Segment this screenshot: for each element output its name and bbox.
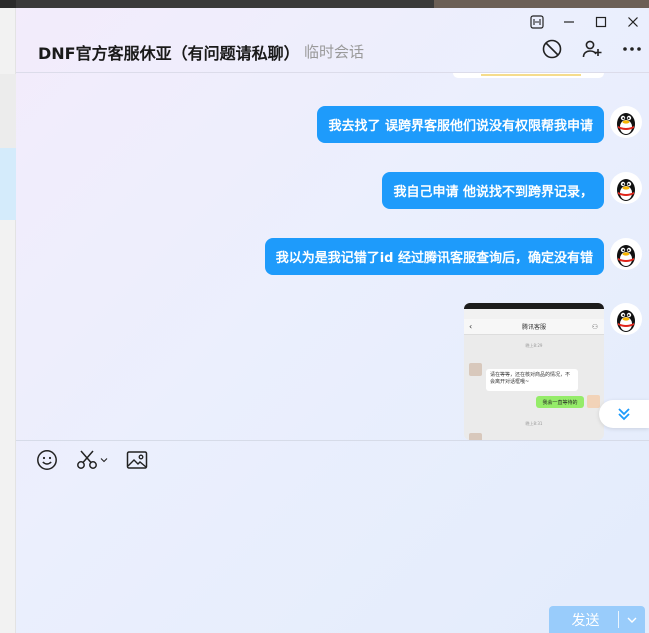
message-bubble[interactable]: 我以为是我记错了id 经过腾讯客服查询后，确定没有错 (264, 238, 604, 275)
input-divider (16, 440, 649, 441)
window-controls (521, 12, 649, 32)
background-window-strip (0, 0, 16, 633)
avatar[interactable] (610, 172, 642, 204)
qq-penguin-icon (617, 179, 635, 201)
chat-title: DNF官方客服休亚（有问题请私聊） (38, 44, 300, 63)
message-bubble[interactable]: 我自己申请 他说找不到跨界记录， (382, 172, 604, 209)
qq-penguin-icon (617, 113, 635, 135)
avatar[interactable] (610, 303, 642, 335)
send-options-button[interactable] (619, 616, 645, 624)
screenshot-user-icon: ⚇ (591, 322, 598, 331)
header-actions (541, 38, 643, 60)
background-list-item (0, 74, 16, 148)
chat-window: DNF官方客服休亚（有问题请私聊） 临时会话 我去找了 误跨界客服他们说没有权限… (16, 0, 649, 633)
chevron-down-icon (627, 617, 637, 623)
screenshot-sent-bubble: 我会一直等待的 (536, 396, 584, 408)
screenshot-tool[interactable] (76, 449, 108, 471)
message-text: 我去找了 误跨界客服他们说没有权限帮我申请 (328, 119, 593, 134)
scroll-to-bottom-button[interactable] (599, 400, 649, 428)
input-toolbar (36, 449, 148, 471)
send-button[interactable]: 发送 (549, 606, 645, 633)
screenshot-timestamp: 晚上8:29 (525, 343, 543, 348)
background-strip-top (0, 0, 16, 8)
previous-message-bubble (453, 73, 604, 78)
screenshot-received-bubble: 请在等等，还在核对商品的情况，不会离开对话框哦~ (486, 369, 578, 391)
qq-penguin-icon (617, 310, 635, 332)
avatar[interactable] (610, 238, 642, 270)
pin-icon[interactable] (521, 12, 553, 32)
background-list-item-selected (0, 148, 16, 220)
image-icon[interactable] (126, 450, 148, 470)
minimize-icon[interactable] (553, 12, 585, 32)
send-button-divider (618, 611, 619, 628)
screenshot-nav-title: 腾讯客服 (521, 324, 546, 331)
screenshot-avatar (469, 433, 482, 440)
screenshot-avatar (587, 395, 600, 408)
screenshot-timestamp: 晚上8:31 (525, 421, 543, 426)
screenshot-nav-bar: ‹ 腾讯客服 ⚇ (464, 319, 604, 335)
block-icon[interactable] (541, 38, 563, 60)
maximize-icon[interactable] (585, 12, 617, 32)
message-text: 我以为是我记错了id 经过腾讯客服查询后，确定没有错 (275, 251, 593, 266)
message-bubble[interactable]: 我去找了 误跨界客服他们说没有权限帮我申请 (317, 106, 604, 143)
double-chevron-down-icon (618, 408, 630, 421)
screenshot-avatar (469, 363, 482, 376)
background-app-strip (16, 0, 649, 8)
avatar[interactable] (610, 106, 642, 138)
scissors-icon (77, 450, 97, 469)
message-text: 我自己申请 他说找不到跨界记录， (393, 185, 593, 200)
close-icon[interactable] (617, 12, 649, 32)
qq-penguin-icon (617, 245, 635, 267)
screenshot-back-icon: ‹ (469, 322, 473, 331)
emoji-icon[interactable] (36, 449, 58, 471)
add-contact-icon[interactable] (581, 38, 603, 60)
chevron-down-icon (100, 458, 108, 463)
image-message[interactable]: ‹ 腾讯客服 ⚇ 晚上8:29 请在等等，还在核对商品的情况，不会离开对话框哦~… (464, 303, 604, 440)
more-icon[interactable] (621, 38, 643, 60)
send-button-label: 发送 (571, 612, 600, 629)
screenshot-indicator-bar (464, 309, 604, 319)
chat-subtitle: 临时会话 (304, 43, 365, 61)
